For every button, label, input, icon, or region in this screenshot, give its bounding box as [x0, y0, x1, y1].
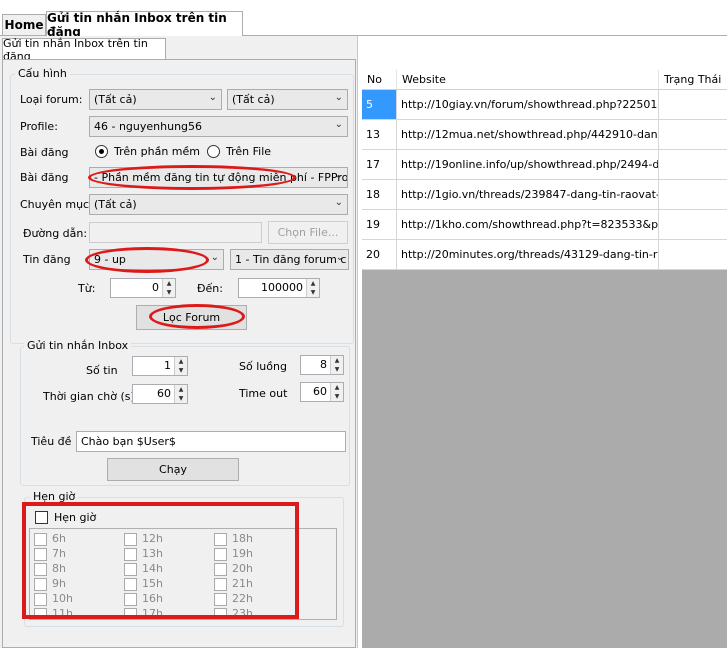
tu-label: Từ:	[78, 282, 96, 295]
grid-cell-no[interactable]: 17	[362, 150, 397, 180]
grid-cell-status[interactable]	[659, 120, 727, 150]
grid-cell-website[interactable]: http://19online.info/up/showthread.php/2…	[397, 150, 659, 180]
radio-tren-phan-mem[interactable]	[95, 145, 108, 158]
config-legend: Cấu hình	[15, 67, 70, 80]
tin-dang-forum-select[interactable]: 1 - Tin đăng forum c ⌄	[230, 249, 349, 270]
loai-forum-value-2: (Tất cả)	[232, 93, 275, 106]
spin-arrows-icon[interactable]: ▲ ▼	[330, 356, 343, 374]
table-row[interactable]: 5 http://10giay.vn/forum/showthread.php?…	[362, 90, 727, 120]
bai-dang-label: Bài đăng	[20, 171, 69, 184]
tin-dang-forum-value: 1 - Tin đăng forum c	[235, 253, 347, 266]
loai-forum-label: Loại forum:	[20, 93, 83, 106]
grid-header-website[interactable]: Website	[397, 70, 659, 90]
profile-select[interactable]: 46 - nguyenhung56 ⌄	[89, 116, 348, 137]
grid-cell-website[interactable]: http://10giay.vn/forum/showthread.php?22…	[397, 90, 659, 120]
table-row[interactable]: 17 http://19online.info/up/showthread.ph…	[362, 150, 727, 180]
den-label: Đến:	[197, 282, 223, 295]
radio-tren-file-label: Trên File	[226, 145, 272, 158]
so-tin-label: Số tin	[86, 364, 118, 377]
chay-button[interactable]: Chạy	[107, 458, 239, 481]
chevron-down-icon: ⌄	[334, 197, 343, 208]
chevron-down-icon: ⌄	[334, 119, 343, 130]
table-row[interactable]: 20 http://20minutes.org/threads/43129-da…	[362, 240, 727, 270]
table-row[interactable]: 19 http://1kho.com/showthread.php?t=8235…	[362, 210, 727, 240]
tab-inbox-active[interactable]: Gửi tin nhắn Inbox trên tin đăng	[46, 11, 243, 39]
profile-label: Profile:	[20, 120, 58, 133]
so-luong-value: 8	[320, 358, 327, 371]
spin-arrows-icon[interactable]: ▲ ▼	[162, 279, 175, 297]
radio-tren-file[interactable]	[207, 145, 220, 158]
table-row[interactable]: 18 http://1gio.vn/threads/239847-dang-ti…	[362, 180, 727, 210]
so-tin-value: 1	[164, 359, 171, 372]
chon-file-button[interactable]: Chọn File...	[268, 221, 348, 244]
grid-cell-status[interactable]	[659, 180, 727, 210]
thoi-gian-label: Thời gian chờ (s)	[43, 390, 135, 403]
grid-header-no[interactable]: No	[362, 70, 397, 90]
duong-dan-label: Đường dẫn:	[23, 227, 88, 240]
chevron-down-icon: ⌄	[334, 92, 343, 103]
tieu-de-label: Tiêu đề	[31, 435, 72, 448]
grid-cell-status[interactable]	[659, 150, 727, 180]
thoi-gian-stepper[interactable]: 60 ▲ ▼	[132, 384, 188, 404]
profile-value: 46 - nguyenhung56	[94, 120, 203, 133]
table-row[interactable]: 13 http://12mua.net/showthread.php/44291…	[362, 120, 727, 150]
spin-arrows-icon[interactable]: ▲ ▼	[174, 385, 187, 403]
tin-dang-label: Tin đăng	[23, 253, 71, 266]
annotation-ellipse-tin-dang	[85, 247, 209, 273]
grid-cell-website[interactable]: http://1gio.vn/threads/239847-dang-tin-r…	[397, 180, 659, 210]
timeout-value: 60	[313, 385, 327, 398]
grid-cell-no[interactable]: 20	[362, 240, 397, 270]
loai-forum-select-1[interactable]: (Tất cả) ⌄	[89, 89, 222, 110]
grid-cell-no[interactable]: 13	[362, 120, 397, 150]
grid-cell-status[interactable]	[659, 210, 727, 240]
tu-value: 0	[152, 281, 159, 294]
spin-arrows-icon[interactable]: ▲ ▼	[174, 357, 187, 375]
timeout-label: Time out	[239, 387, 288, 400]
spin-arrows-icon[interactable]: ▲ ▼	[306, 279, 319, 297]
tu-stepper[interactable]: 0 ▲ ▼	[110, 278, 176, 298]
grid-cell-website[interactable]: http://12mua.net/showthread.php/442910-d…	[397, 120, 659, 150]
den-stepper[interactable]: 100000 ▲ ▼	[238, 278, 320, 298]
grid-cell-no[interactable]: 18	[362, 180, 397, 210]
chevron-down-icon: ⌄	[334, 170, 343, 181]
inbox-legend: Gửi tin nhắn Inbox	[24, 339, 132, 352]
annotation-ellipse-bai-dang	[88, 165, 296, 190]
subtab-inbox[interactable]: Gửi tin nhắn Inbox trên tin đăng	[2, 37, 166, 63]
spin-arrows-icon[interactable]: ▲ ▼	[330, 383, 343, 401]
thoi-gian-value: 60	[157, 387, 171, 400]
grid-cell-no[interactable]: 5	[362, 90, 397, 120]
so-tin-stepper[interactable]: 1 ▲ ▼	[132, 356, 188, 376]
bai-dang-source-label: Bài đăng	[20, 146, 69, 159]
tieu-de-input[interactable]: Chào bạn $User$	[76, 431, 346, 452]
grid-cell-website[interactable]: http://1kho.com/showthread.php?t=823533&…	[397, 210, 659, 240]
chevron-down-icon: ⌄	[335, 252, 344, 263]
chuyen-muc-label: Chuyên mục	[20, 198, 90, 211]
grid-cell-status[interactable]	[659, 90, 727, 120]
grid-header-trang-thai[interactable]: Trạng Thái	[659, 70, 727, 90]
chevron-down-icon: ⌄	[210, 252, 219, 263]
loai-forum-value-1: (Tất cả)	[94, 93, 137, 106]
duong-dan-input[interactable]	[89, 222, 262, 243]
grid-cell-website[interactable]: http://20minutes.org/threads/43129-dang-…	[397, 240, 659, 270]
chuyen-muc-select[interactable]: (Tất cả) ⌄	[89, 194, 348, 215]
tab-home[interactable]: Home	[2, 14, 46, 36]
chevron-down-icon: ⌄	[208, 92, 217, 103]
so-luong-stepper[interactable]: 8 ▲ ▼	[300, 355, 344, 375]
annotation-ellipse-loc-forum	[149, 304, 245, 329]
website-grid: No Website Trạng Thái 5 http://10giay.vn…	[362, 70, 727, 648]
annotation-rect-hen-gio	[22, 502, 299, 619]
so-luong-label: Số luồng	[239, 360, 287, 373]
loai-forum-select-2[interactable]: (Tất cả) ⌄	[227, 89, 348, 110]
den-value: 100000	[261, 281, 303, 294]
grid-cell-status[interactable]	[659, 240, 727, 270]
chuyen-muc-value: (Tất cả)	[94, 198, 137, 211]
grid-cell-no[interactable]: 19	[362, 210, 397, 240]
timeout-stepper[interactable]: 60 ▲ ▼	[300, 382, 344, 402]
radio-tren-phan-mem-label: Trên phần mềm	[114, 145, 200, 158]
